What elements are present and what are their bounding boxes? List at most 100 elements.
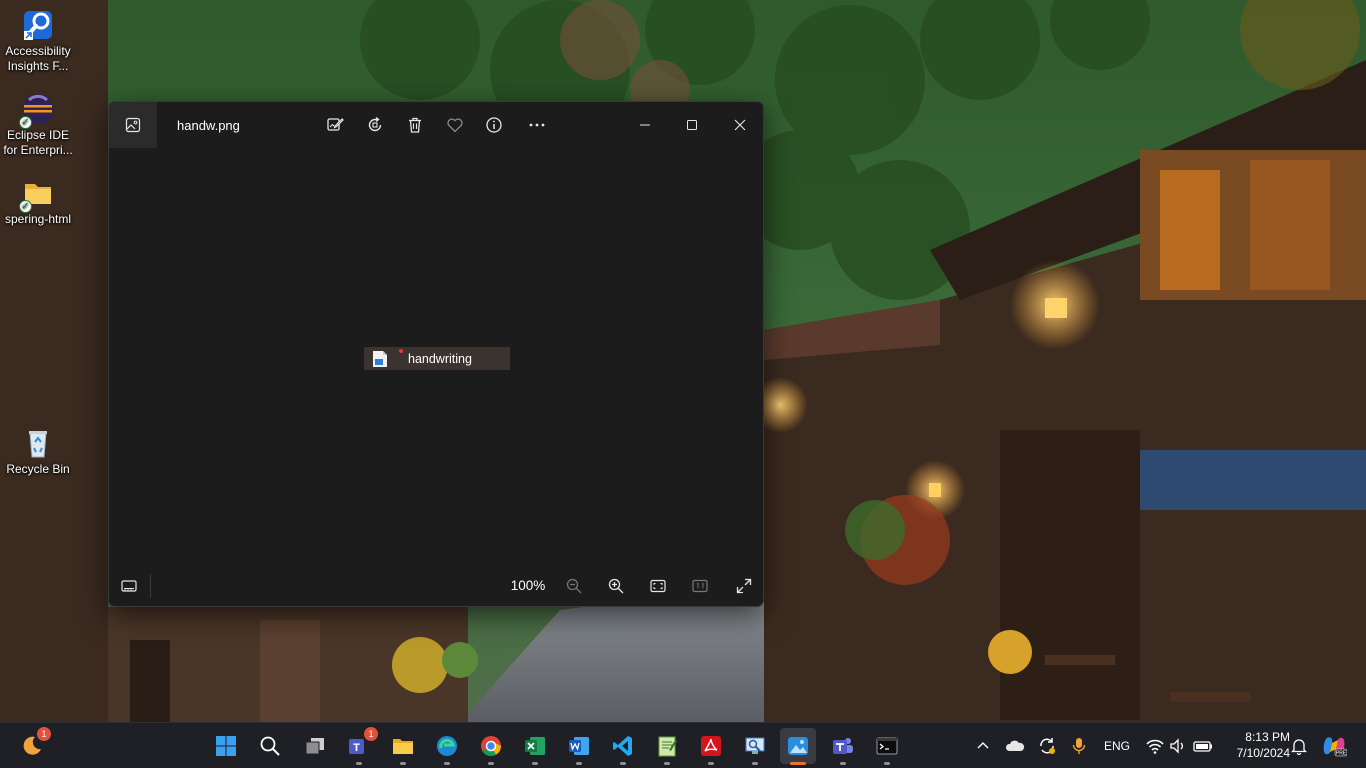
folder-icon (393, 739, 413, 754)
vscode-icon (613, 736, 632, 756)
task-view-button[interactable] (297, 728, 333, 764)
clock-date: 7/10/2024 (1236, 746, 1290, 760)
sync-check-icon: ✓ (19, 200, 32, 213)
acrobat-icon (701, 736, 721, 756)
taskbar-app-file-explorer[interactable] (385, 728, 421, 765)
window-title: handw.png (177, 118, 240, 133)
start-button[interactable] (208, 728, 244, 764)
input-language[interactable]: ENG (1101, 735, 1133, 757)
notifications-button[interactable] (1290, 735, 1308, 757)
taskbar-app-excel[interactable] (517, 728, 553, 765)
wifi-icon (1146, 739, 1164, 754)
svg-text:T: T (353, 742, 360, 754)
title-bar[interactable]: handw.png (109, 102, 763, 148)
desktop-icon-label: Accessibility Insights F... (5, 44, 71, 73)
favorite-icon (447, 118, 463, 133)
taskbar-app-terminal[interactable] (869, 728, 905, 765)
fit-to-window-button[interactable] (645, 574, 671, 598)
fullscreen-button[interactable] (731, 574, 757, 598)
desktop-icon-label: Eclipse IDE for Enterpri... (3, 128, 73, 157)
copilot-icon: PRE (1323, 737, 1347, 757)
desktop-icon-label: Recycle Bin (6, 462, 70, 476)
search-icon (260, 736, 280, 756)
desktop-icon-recycle-bin[interactable]: Recycle Bin (0, 426, 76, 477)
drag-drop-item[interactable]: handwriting (364, 347, 510, 370)
volume-tray[interactable] (1168, 735, 1188, 757)
search-button[interactable] (252, 728, 288, 764)
excel-icon (525, 737, 545, 755)
delete-button[interactable] (402, 113, 428, 137)
maximize-button[interactable] (669, 102, 715, 148)
minimize-button[interactable] (622, 102, 668, 148)
info-button[interactable] (481, 113, 507, 137)
drag-indicator-dot (399, 349, 403, 353)
notification-badge: 1 (364, 727, 378, 741)
taskbar-app-teams-classic[interactable]: T 1 (341, 727, 378, 765)
desktop-icon-spering-html[interactable]: ✓ spering-html (0, 176, 76, 227)
accessibility-insights-icon (21, 8, 55, 42)
weather-badge: 1 (37, 727, 51, 741)
desktop-icon-label: spering-html (4, 212, 72, 226)
copilot-button[interactable]: PRE (1320, 735, 1348, 757)
taskbar-app-remote-desktop[interactable] (737, 728, 773, 765)
taskbar-app-vscode[interactable] (605, 728, 641, 765)
microphone-tray[interactable] (1068, 735, 1090, 757)
bottom-bar: 100% (109, 566, 763, 606)
delete-icon (409, 117, 421, 133)
zoom-level[interactable]: 100% (509, 578, 547, 593)
info-icon (486, 117, 502, 133)
word-icon (569, 737, 589, 755)
taskbar-app-word[interactable] (561, 728, 597, 765)
favorite-button[interactable] (442, 113, 468, 137)
task-view-icon (305, 738, 324, 755)
photos-icon (788, 737, 808, 755)
clock-time: 8:13 PM (1245, 730, 1290, 744)
wifi-tray[interactable] (1145, 735, 1165, 757)
filmstrip-icon (121, 580, 137, 592)
filmstrip-button[interactable] (116, 574, 142, 598)
zoom-out-icon (566, 578, 582, 594)
edit-button[interactable] (322, 113, 348, 137)
zoom-in-button[interactable] (603, 574, 629, 598)
running-indicator (356, 762, 362, 765)
rotate-button[interactable] (362, 113, 388, 137)
running-indicator (752, 762, 758, 765)
chrome-icon (481, 736, 501, 756)
notification-bell-icon (1291, 739, 1307, 755)
edit-icon (327, 118, 344, 131)
zoom-out-button[interactable] (561, 574, 587, 598)
maximize-icon (687, 120, 697, 130)
desktop-icon-accessibility-insights[interactable]: Accessibility Insights F... (0, 8, 76, 74)
running-indicator (444, 762, 450, 765)
teams-new-icon (833, 738, 853, 754)
battery-tray[interactable] (1192, 735, 1214, 757)
system-clock[interactable]: 8:13 PM 7/10/2024 (1222, 729, 1290, 761)
svg-text:PRE: PRE (1336, 751, 1347, 757)
taskbar-app-chrome[interactable] (473, 728, 509, 765)
sync-icon (1040, 738, 1055, 754)
chevron-up-icon (977, 742, 989, 749)
desktop-icon-eclipse[interactable]: ✓ Eclipse IDE for Enterpri... (0, 92, 76, 158)
eclipse-icon: ✓ (19, 92, 55, 129)
show-hidden-icons-button[interactable] (973, 735, 993, 757)
sync-tray[interactable] (1035, 735, 1059, 757)
onedrive-tray[interactable] (1003, 735, 1027, 757)
image-canvas[interactable]: handwriting (109, 148, 763, 566)
close-button[interactable] (717, 102, 763, 148)
taskbar-app-edge[interactable] (429, 728, 465, 765)
running-indicator (664, 762, 670, 765)
image-file-icon (370, 349, 390, 369)
taskbar-app-teams[interactable] (825, 728, 861, 765)
fit-to-window-icon (650, 579, 666, 593)
edge-icon (437, 736, 457, 756)
actual-size-button[interactable] (687, 574, 713, 598)
taskbar-app-notepad-plus[interactable] (649, 728, 685, 765)
gallery-button[interactable] (109, 102, 157, 148)
onedrive-icon (1005, 740, 1025, 751)
remote-desktop-icon (745, 737, 765, 754)
weather-widget[interactable]: 1 (14, 727, 51, 764)
fullscreen-icon (736, 578, 752, 594)
more-options-button[interactable] (524, 113, 550, 137)
taskbar-app-acrobat[interactable] (693, 728, 729, 765)
taskbar-app-photos[interactable] (780, 728, 816, 765)
